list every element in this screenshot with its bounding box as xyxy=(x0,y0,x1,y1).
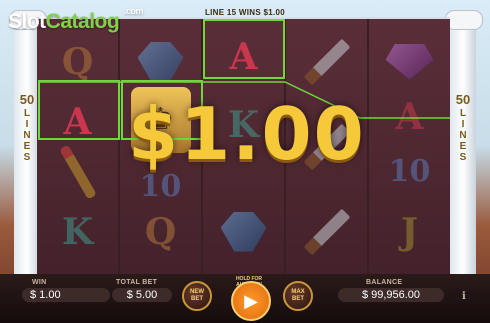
balance-value: $ 99,956.00 xyxy=(338,288,444,302)
big-win-amount: $1.00 xyxy=(128,92,366,176)
spin-button[interactable]: ▶ xyxy=(231,281,271,321)
max-bet-button[interactable]: MAX BET xyxy=(283,281,313,311)
slotcatalog-logo: SlotCatalog .com xyxy=(8,6,144,34)
logo-catalog: Catalog xyxy=(45,10,120,33)
logo-com: .com xyxy=(124,6,144,16)
new-bet-button[interactable]: NEW BET xyxy=(182,281,212,311)
game-screen: 50 LINES 50 LINES LINE 15 WINS $1.00 Q A… xyxy=(0,0,490,323)
play-icon: ▶ xyxy=(244,290,258,311)
win-label: WIN xyxy=(32,279,47,286)
total-bet-label: TOTAL BET xyxy=(116,279,158,286)
balance-label: BALANCE xyxy=(366,279,403,286)
logo-slot: Slot xyxy=(8,10,46,33)
win-value: $ 1.00 xyxy=(22,288,110,302)
info-icon[interactable]: i xyxy=(462,291,466,302)
total-bet-value: $ 5.00 xyxy=(112,288,172,302)
